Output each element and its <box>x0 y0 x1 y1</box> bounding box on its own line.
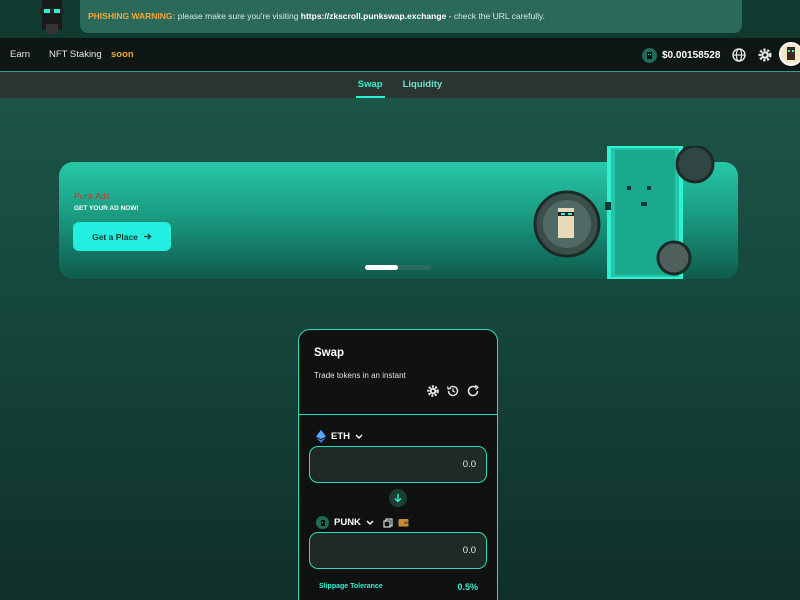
slippage-value[interactable]: 0.5% <box>457 582 478 592</box>
swap-subtitle: Trade tokens in an instant <box>314 371 406 380</box>
punk-coin-icon <box>316 516 329 529</box>
phishing-warning-banner: PHISHING WARNING: please make sure you'r… <box>80 0 742 33</box>
wallet-icon[interactable] <box>398 518 409 527</box>
history-icon[interactable] <box>446 384 460 398</box>
chevron-down-icon <box>366 520 374 525</box>
refresh-icon[interactable] <box>466 384 480 398</box>
punk-ad-artwork <box>533 146 715 279</box>
from-token-selector[interactable]: ETH <box>316 430 363 443</box>
copy-icon[interactable] <box>383 517 393 528</box>
ad-subtitle: GET YOUR AD NOW! <box>74 205 139 212</box>
swap-divider <box>299 414 497 415</box>
tab-liquidity[interactable]: Liquidity <box>401 72 445 98</box>
carousel-active-dot <box>365 265 398 270</box>
nav-item-nft-staking[interactable]: NFT Staking <box>49 38 102 72</box>
from-token-symbol: ETH <box>331 431 350 442</box>
carousel-indicator[interactable] <box>365 265 431 270</box>
punk-mascot-icon <box>40 0 64 34</box>
gear-icon[interactable] <box>757 47 773 63</box>
phishing-warning-label: PHISHING WARNING: <box>88 11 176 21</box>
punk-coin-icon <box>642 47 657 63</box>
phishing-banner-area: PHISHING WARNING: please make sure you'r… <box>0 0 800 38</box>
switch-tokens-button[interactable] <box>389 489 407 507</box>
phishing-message: please make sure you're visiting <box>175 11 301 21</box>
punk-ads-banner[interactable]: Punk Ads GET YOUR AD NOW! Get a Place <box>59 146 738 279</box>
soon-badge: soon <box>111 49 134 60</box>
phishing-message-end: - check the URL carefully. <box>446 11 545 21</box>
swap-subnav: Swap Liquidity <box>0 72 800 98</box>
to-token-symbol: PUNK <box>334 517 361 528</box>
top-navigation: Earn NFT Staking soon $0.00158528 <box>0 38 800 72</box>
settings-icon[interactable] <box>426 384 440 398</box>
nav-item-earn[interactable]: Earn <box>10 38 30 72</box>
punk-price[interactable]: $0.00158528 <box>642 47 720 63</box>
get-a-place-button[interactable]: Get a Place <box>73 222 171 251</box>
chevron-down-icon <box>355 434 363 439</box>
get-a-place-label: Get a Place <box>92 231 138 242</box>
ad-title: Punk Ads <box>74 191 110 201</box>
punk-price-value: $0.00158528 <box>662 49 721 61</box>
official-url: https://zkscroll.punkswap.exchange <box>300 11 447 21</box>
to-token-selector[interactable]: PUNK <box>316 516 409 529</box>
avatar[interactable] <box>779 42 800 66</box>
slippage-label: Slippage Tolerance <box>319 583 383 590</box>
tab-swap[interactable]: Swap <box>355 72 385 98</box>
from-amount-input[interactable]: 0.0 <box>309 446 487 483</box>
arrow-down-icon <box>394 494 402 503</box>
swap-title: Swap <box>314 347 345 359</box>
eth-icon <box>316 430 326 443</box>
globe-icon[interactable] <box>731 47 747 63</box>
swap-card: Swap Trade tokens in an instant ETH 0.0 … <box>298 329 498 600</box>
arrow-right-icon <box>143 233 152 240</box>
to-amount-input[interactable]: 0.0 <box>309 532 487 569</box>
